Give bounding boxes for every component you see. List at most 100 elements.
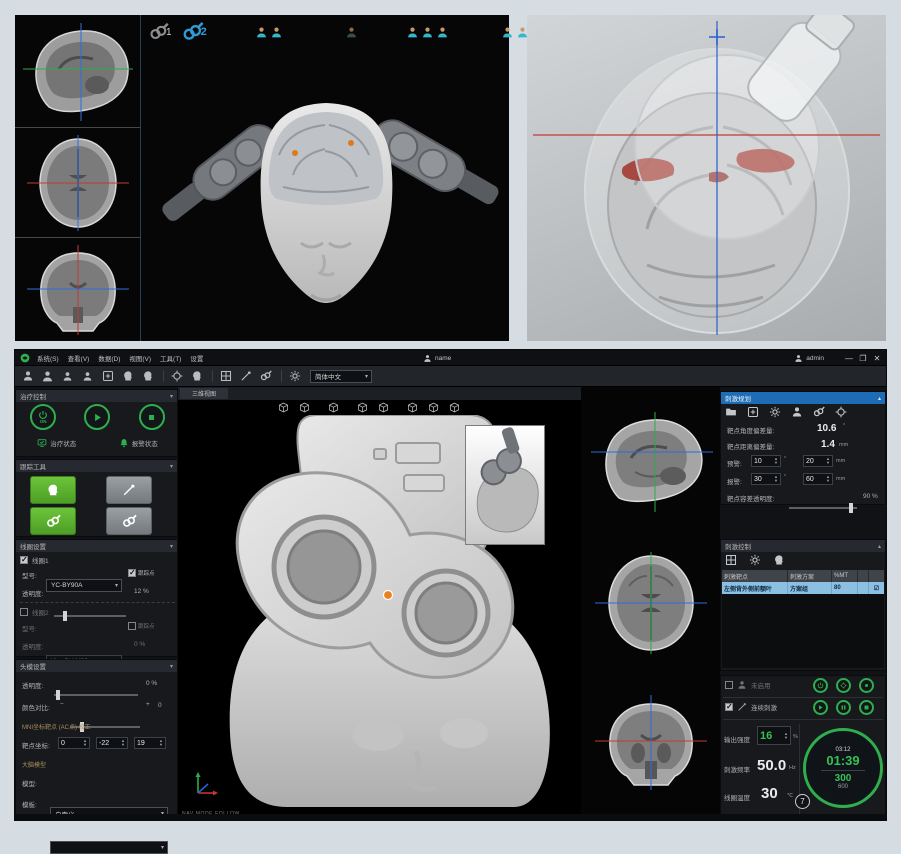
coil1-tracker-button[interactable] <box>30 507 76 535</box>
contrast-minus-button[interactable]: − <box>60 701 64 708</box>
spinner-arrows-icon[interactable]: ▲▼ <box>826 475 830 483</box>
session-play-button[interactable] <box>813 700 828 715</box>
center-3d-viewport[interactable]: 三维视图 <box>178 387 581 820</box>
alarm-angle-spinner[interactable]: 30 ▲▼ <box>751 473 781 485</box>
minimize-button[interactable]: — <box>842 354 856 363</box>
head-target-icon[interactable] <box>773 554 785 566</box>
view-right-icon[interactable] <box>357 402 368 413</box>
control-settings-icon[interactable] <box>749 554 761 566</box>
stop-button[interactable] <box>139 404 165 430</box>
view-bottom-icon[interactable] <box>407 402 418 413</box>
registration-button[interactable] <box>168 369 185 384</box>
start-button[interactable] <box>84 404 110 430</box>
section-header[interactable]: 刺激规划 ▴ <box>721 392 885 404</box>
menu-tools[interactable]: 工具(T) <box>160 353 181 363</box>
patient-plan-icon[interactable] <box>791 406 803 418</box>
spinner-arrows-icon[interactable]: ▲▼ <box>826 457 830 465</box>
close-button[interactable]: ✕ <box>870 354 884 363</box>
open-plan-icon[interactable] <box>725 406 737 418</box>
add-target-icon[interactable] <box>747 406 759 418</box>
coil2-tracker-button[interactable] <box>106 507 152 535</box>
menu-data[interactable]: 数据(D) <box>98 353 120 363</box>
spinner-arrows-icon[interactable]: ▲▼ <box>774 475 778 483</box>
tab-3d-view[interactable]: 三维视图 <box>180 388 228 399</box>
patient-remove-button[interactable] <box>79 369 96 384</box>
target-plan-icon[interactable] <box>835 406 847 418</box>
warn-distance-spinner[interactable]: 20 ▲▼ <box>803 455 833 467</box>
section-header[interactable]: 刺激控制 ▴ <box>721 540 885 552</box>
head-scan-button[interactable] <box>139 369 156 384</box>
idle-target-button[interactable] <box>836 678 851 693</box>
import-data-button[interactable] <box>99 369 116 384</box>
head-coils-3d-render[interactable] <box>143 47 509 341</box>
idle-power-button[interactable] <box>813 678 828 693</box>
section-header[interactable]: 治疗控制 ▾ <box>16 390 177 402</box>
coil-button[interactable] <box>257 369 274 384</box>
view-top-icon[interactable] <box>378 402 389 413</box>
tracker-single[interactable] <box>345 26 358 39</box>
probe-tracker-button[interactable] <box>106 476 152 504</box>
row-check-icon[interactable]: ☑ <box>869 582 884 594</box>
thumb-coronal-slice[interactable] <box>27 245 129 335</box>
patient-list-button[interactable] <box>39 369 56 384</box>
coil2-tool-button[interactable]: 2 <box>182 21 207 43</box>
refresh-button[interactable] <box>286 369 303 384</box>
head-opacity-slider[interactable] <box>54 690 138 700</box>
view-iso-icon[interactable] <box>428 402 439 413</box>
sagittal-slice-view[interactable] <box>591 412 713 512</box>
session-stop-button[interactable] <box>859 700 874 715</box>
card-button[interactable] <box>217 369 234 384</box>
alarm-distance-spinner[interactable]: 60 ▲▼ <box>803 473 833 485</box>
target-table-row-selected[interactable]: 左侧背外侧前额叶 方案组 80 ☑ <box>722 582 884 594</box>
coil-plan-icon[interactable] <box>813 406 825 418</box>
snapshot-icon[interactable] <box>725 554 737 566</box>
tracker-group-2[interactable] <box>255 26 283 39</box>
nav-3d-panel[interactable]: 1 2 <box>15 15 509 341</box>
idle-mode-checkbox[interactable] <box>725 681 733 689</box>
coil2-checkbox[interactable] <box>20 608 28 616</box>
spinner-arrows-icon[interactable]: ▲▼ <box>159 739 163 747</box>
coil2-focus-checkbox[interactable] <box>128 622 136 630</box>
coil1-checkbox[interactable] <box>20 556 28 564</box>
thumb-axial-slice[interactable] <box>27 135 129 231</box>
coil1-focus-checkbox[interactable] <box>128 569 136 577</box>
coil-brain-overlay-panel[interactable] <box>527 15 886 341</box>
coord-y-spinner[interactable]: -22 ▲▼ <box>96 737 128 749</box>
brain-template-select[interactable]: ▾ <box>50 841 168 854</box>
maximize-button[interactable]: ❐ <box>856 354 870 363</box>
warn-angle-spinner[interactable]: 10 ▲▼ <box>751 455 781 467</box>
plan-settings-icon[interactable] <box>769 406 781 418</box>
head-tracker-button[interactable] <box>30 476 76 504</box>
section-header[interactable]: 线圈设置 ▾ <box>16 540 177 552</box>
menu-layout[interactable]: 视图(V) <box>129 353 151 363</box>
section-header[interactable]: 头模设置 ▾ <box>16 660 177 672</box>
coord-z-spinner[interactable]: 19 ▲▼ <box>134 737 166 749</box>
coronal-slice-view[interactable] <box>595 695 707 790</box>
head-model-button[interactable] <box>119 369 136 384</box>
add-patient-button[interactable] <box>19 369 36 384</box>
overview-inset-view[interactable] <box>465 425 545 545</box>
menu-system[interactable]: 系统(S) <box>37 353 59 363</box>
power-on-button[interactable]: ON <box>30 404 56 430</box>
language-select[interactable]: 简体中文 ▾ <box>310 370 372 383</box>
contrast-plus-button[interactable]: + <box>146 701 150 708</box>
spinner-arrows-icon[interactable]: ▲▼ <box>774 457 778 465</box>
tolerance-opacity-slider[interactable] <box>789 503 857 513</box>
spinner-arrows-icon[interactable]: ▲▼ <box>83 739 87 747</box>
intensity-spinner[interactable]: 16 ▲▼ <box>757 726 791 745</box>
menu-settings[interactable]: 设置 <box>190 353 203 363</box>
menu-view[interactable]: 查看(V) <box>68 353 90 363</box>
section-header[interactable]: 跟踪工具 ▾ <box>16 460 177 472</box>
coil1-tool-button[interactable]: 1 <box>149 22 172 42</box>
view-front-icon[interactable] <box>278 402 289 413</box>
axial-slice-view[interactable] <box>595 552 707 654</box>
spinner-arrows-icon[interactable]: ▲▼ <box>784 732 788 740</box>
spinner-arrows-icon[interactable]: ▲▼ <box>121 739 125 747</box>
view-reset-icon[interactable] <box>449 402 460 413</box>
brain-segment-button[interactable] <box>188 369 205 384</box>
coil1-opacity-slider[interactable] <box>54 611 126 621</box>
patient-edit-button[interactable] <box>59 369 76 384</box>
continuous-mode-checkbox[interactable] <box>725 703 733 711</box>
view-left-icon[interactable] <box>328 402 339 413</box>
probe-button[interactable] <box>237 369 254 384</box>
